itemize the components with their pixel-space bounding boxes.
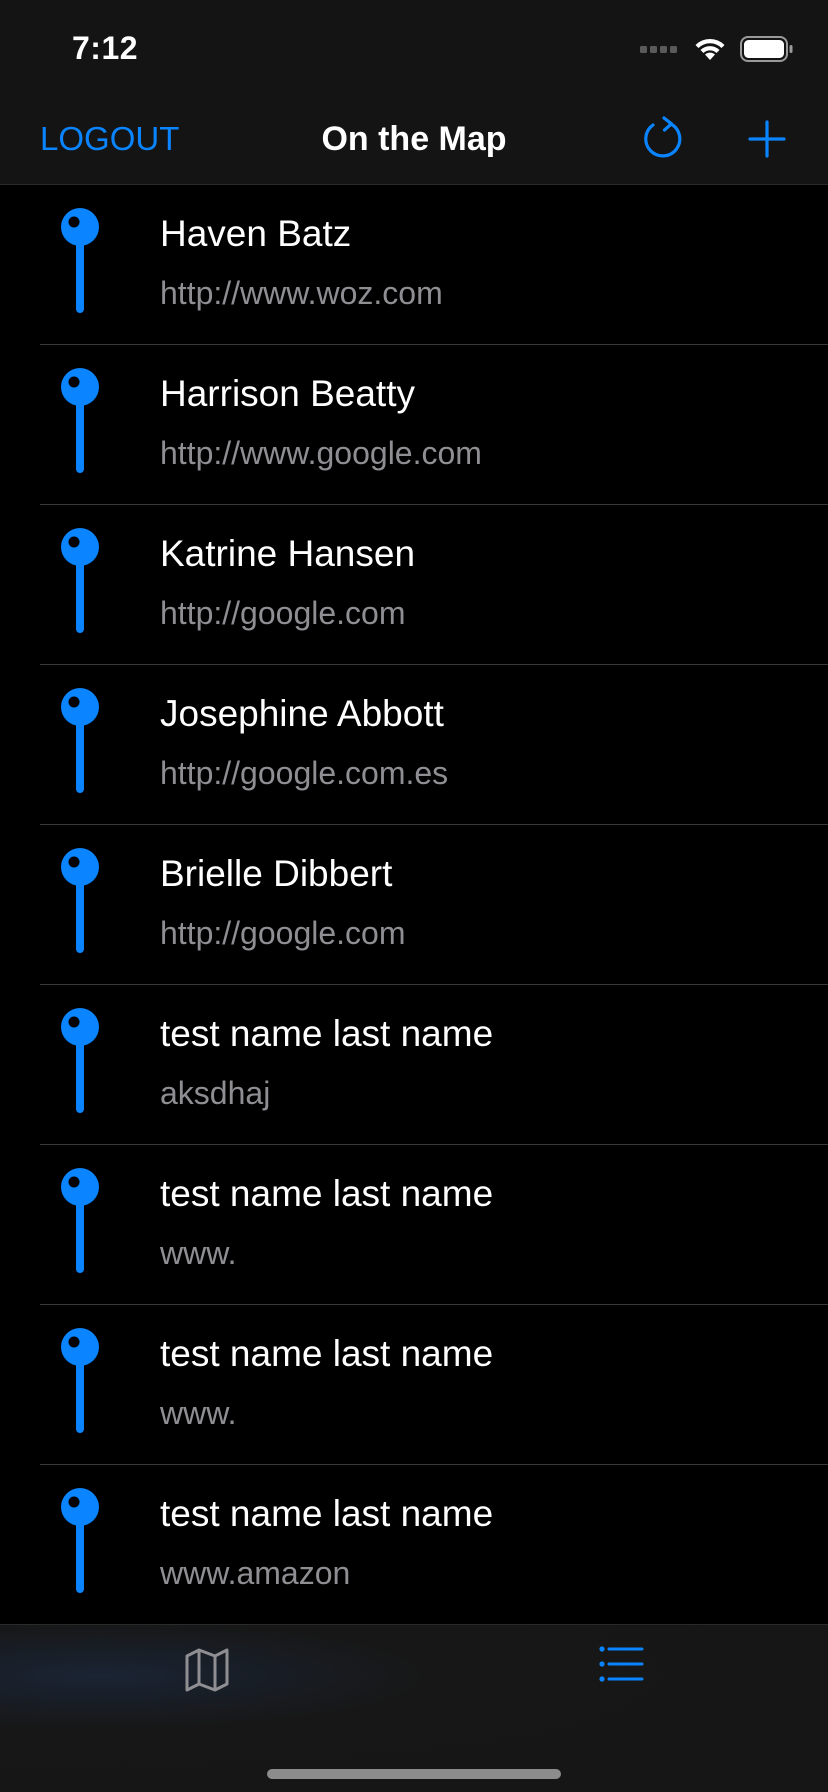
student-list: Haven Batz http://www.woz.com Harrison B… bbox=[0, 185, 828, 1625]
student-url: www. bbox=[160, 1395, 237, 1431]
tab-bar bbox=[0, 1624, 828, 1792]
tab-list[interactable] bbox=[596, 1639, 646, 1689]
student-name: Harrison Beatty bbox=[160, 373, 415, 414]
pin-icon bbox=[61, 848, 99, 953]
list-item[interactable]: Haven Batz http://www.woz.com bbox=[0, 185, 828, 345]
tab-map[interactable] bbox=[182, 1645, 232, 1695]
refresh-icon bbox=[644, 116, 682, 158]
map-icon bbox=[185, 1648, 229, 1692]
pin-icon bbox=[61, 528, 99, 633]
student-url: www. bbox=[160, 1235, 237, 1271]
wifi-icon bbox=[695, 38, 725, 60]
student-name: test name last name bbox=[160, 1493, 494, 1534]
student-url: http://google.com bbox=[160, 595, 406, 631]
student-url: http://google.com.es bbox=[160, 755, 449, 791]
status-bar: 7:12 bbox=[0, 0, 828, 98]
status-time: 7:12 bbox=[72, 30, 139, 66]
refresh-button[interactable] bbox=[638, 114, 688, 164]
list-item[interactable]: test name last name www. bbox=[0, 1305, 828, 1465]
plus-icon bbox=[748, 120, 786, 158]
screen: 7:12 LOGOUT On the Map Haven Batz http:/… bbox=[0, 0, 828, 1792]
student-url: http://www.google.com bbox=[160, 435, 482, 471]
student-name: test name last name bbox=[160, 1333, 494, 1374]
list-icon bbox=[599, 1646, 644, 1682]
list-item[interactable]: test name last name www.amazon bbox=[0, 1465, 828, 1625]
pin-icon bbox=[61, 1328, 99, 1433]
list-item[interactable]: Katrine Hansen http://google.com bbox=[0, 505, 828, 665]
list-item[interactable]: Josephine Abbott http://google.com.es bbox=[0, 665, 828, 825]
student-url: http://www.woz.com bbox=[160, 275, 443, 311]
student-name: test name last name bbox=[160, 1173, 494, 1214]
student-url: http://google.com bbox=[160, 915, 406, 951]
battery-icon bbox=[740, 36, 793, 62]
student-name: test name last name bbox=[160, 1013, 494, 1054]
list-item[interactable]: test name last name aksdhaj bbox=[0, 985, 828, 1145]
student-name: Brielle Dibbert bbox=[160, 853, 393, 894]
list-item[interactable]: test name last name www. bbox=[0, 1145, 828, 1305]
pin-icon bbox=[61, 1168, 99, 1273]
navigation-bar: LOGOUT On the Map bbox=[0, 98, 828, 185]
list-item[interactable]: Brielle Dibbert http://google.com bbox=[0, 825, 828, 985]
list-item[interactable]: Harrison Beatty http://www.google.com bbox=[0, 345, 828, 505]
pin-icon bbox=[61, 208, 99, 313]
logout-button[interactable]: LOGOUT bbox=[40, 120, 179, 158]
pin-icon bbox=[61, 688, 99, 793]
student-name: Katrine Hansen bbox=[160, 533, 416, 574]
pin-icon bbox=[61, 1488, 99, 1593]
home-indicator[interactable] bbox=[267, 1769, 561, 1779]
student-url: www.amazon bbox=[160, 1555, 351, 1591]
student-name: Josephine Abbott bbox=[160, 693, 444, 734]
pin-icon bbox=[61, 368, 99, 473]
cellular-signal-icon bbox=[640, 46, 677, 53]
student-name: Haven Batz bbox=[160, 213, 352, 254]
status-icons bbox=[640, 36, 794, 62]
student-url: aksdhaj bbox=[160, 1075, 271, 1111]
pin-icon bbox=[61, 1008, 99, 1113]
add-button[interactable] bbox=[742, 114, 792, 164]
